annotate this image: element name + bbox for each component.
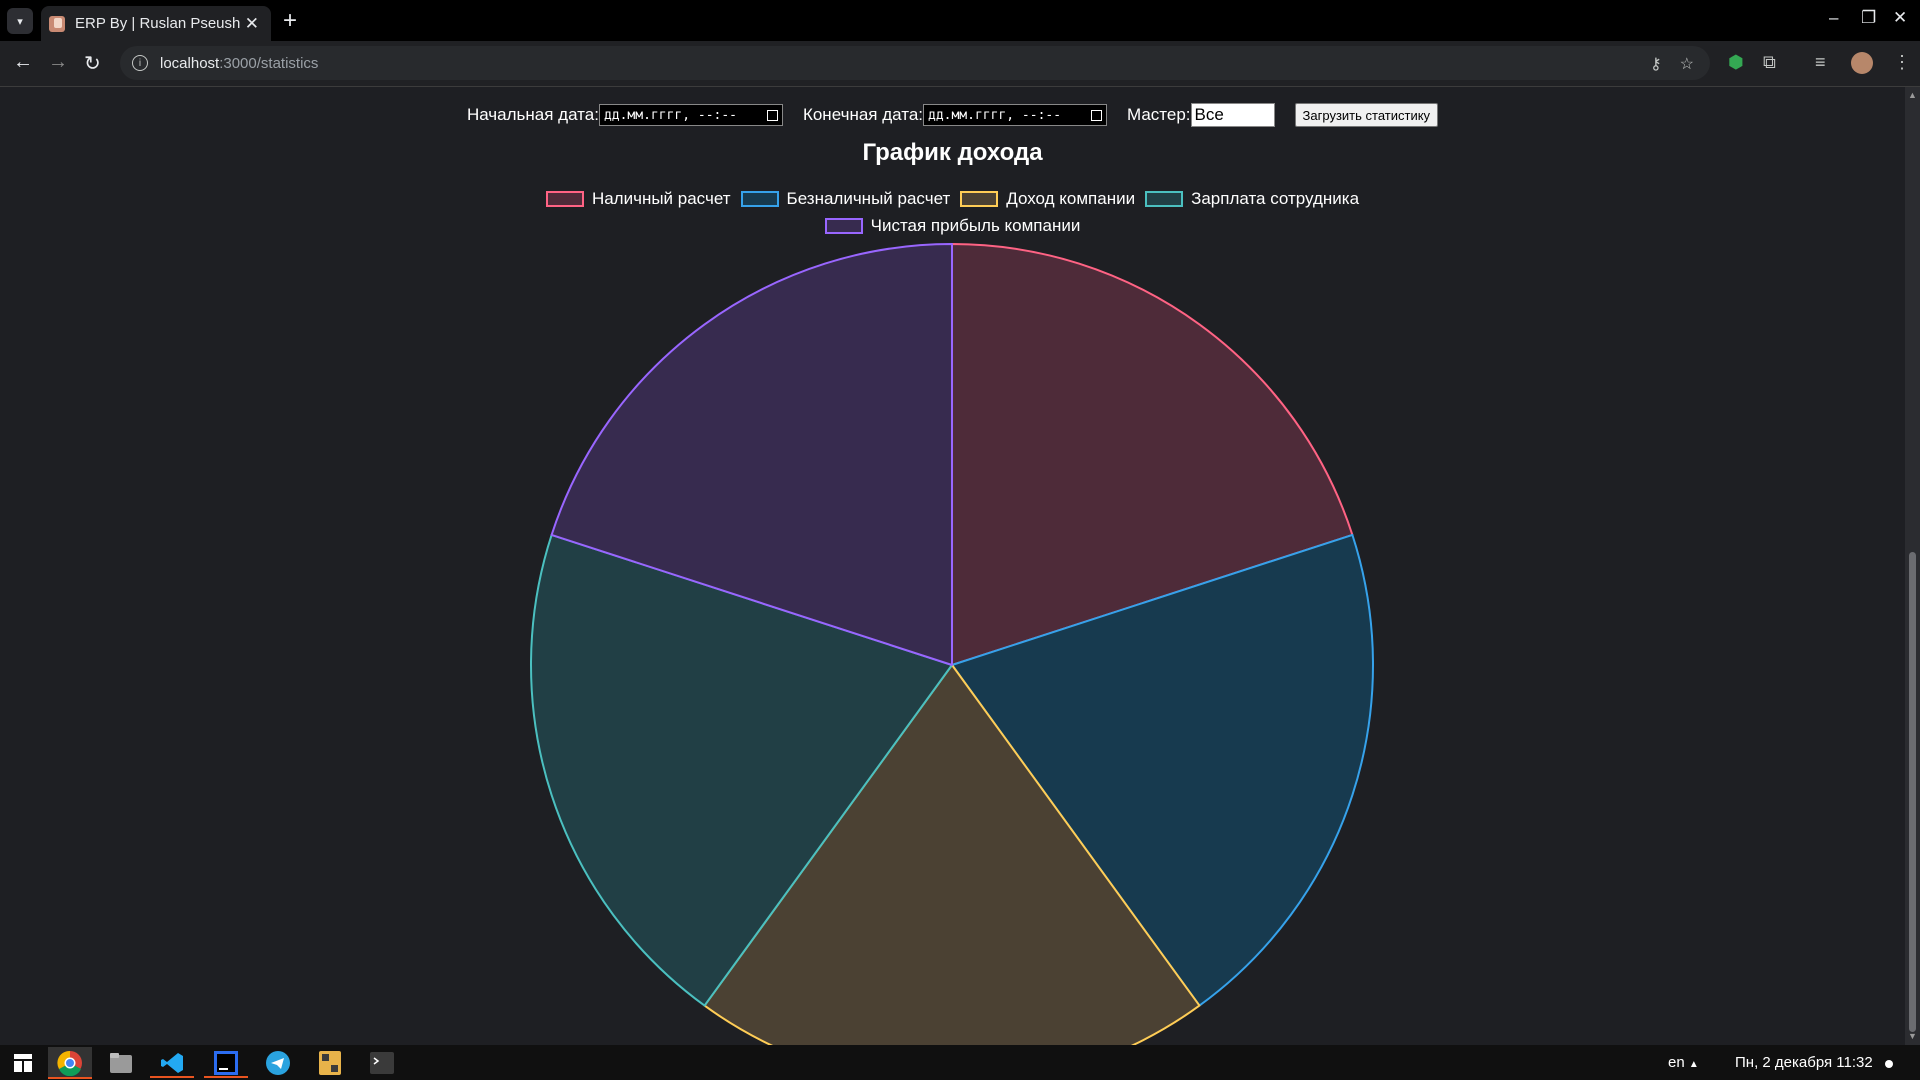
close-window-icon[interactable]: ✕ bbox=[1893, 8, 1907, 28]
files-app-icon[interactable] bbox=[106, 1048, 136, 1078]
profile-avatar[interactable] bbox=[1851, 52, 1873, 74]
chrome-app-icon[interactable] bbox=[48, 1047, 92, 1079]
close-icon[interactable]: ✕ bbox=[245, 14, 259, 34]
extension-icon[interactable]: ⬢ bbox=[1728, 52, 1744, 73]
new-tab-icon[interactable]: + bbox=[283, 7, 297, 35]
page-viewport: Начальная дата: дд.мм.гггг, --:-- Конечн… bbox=[0, 87, 1905, 1045]
calculator-app-icon[interactable] bbox=[315, 1048, 345, 1078]
start-menu-icon[interactable] bbox=[8, 1048, 38, 1078]
puzzle-icon[interactable]: ⧉ bbox=[1763, 52, 1776, 73]
forward-icon[interactable]: → bbox=[48, 51, 68, 74]
telegram-app-icon[interactable] bbox=[263, 1048, 293, 1078]
reload-icon[interactable]: ↻ bbox=[84, 51, 101, 76]
scrollbar-thumb[interactable] bbox=[1909, 552, 1916, 1032]
scroll-up-icon[interactable]: ▲ bbox=[1908, 90, 1917, 100]
back-icon[interactable]: ← bbox=[13, 51, 33, 74]
scroll-down-icon[interactable]: ▼ bbox=[1908, 1031, 1917, 1041]
intellij-app-icon[interactable] bbox=[204, 1048, 248, 1078]
tab-search-button[interactable]: ▾ bbox=[7, 8, 33, 34]
clock[interactable]: Пн, 2 декабря 11:32 bbox=[1735, 1054, 1873, 1071]
info-icon[interactable]: i bbox=[132, 55, 148, 71]
browser-toolbar: ← → ↻ i localhost:3000/statistics ⚷ ☆ ⬢ … bbox=[0, 41, 1920, 87]
restore-icon[interactable]: ❐ bbox=[1861, 8, 1876, 28]
browser-tab-bar: ▾ ERP By | Ruslan Pseush ✕ + – ❐ ✕ bbox=[0, 0, 1920, 41]
url-path: :3000/statistics bbox=[219, 54, 319, 72]
favicon-icon bbox=[49, 15, 65, 32]
os-taskbar: en ▲ Пн, 2 декабря 11:32 bbox=[0, 1045, 1920, 1080]
vscode-app-icon[interactable] bbox=[150, 1048, 194, 1078]
tab-title: ERP By | Ruslan Pseush bbox=[75, 15, 241, 32]
notification-dot-icon[interactable] bbox=[1885, 1060, 1893, 1068]
keyboard-layout-label: en bbox=[1668, 1054, 1685, 1071]
chevron-down-icon: ▾ bbox=[17, 15, 23, 28]
minimize-icon[interactable]: – bbox=[1829, 8, 1838, 28]
media-icon[interactable]: ≡ bbox=[1815, 52, 1826, 73]
caret-up-icon: ▲ bbox=[1688, 1059, 1699, 1070]
url-host: localhost bbox=[160, 54, 220, 72]
browser-tab[interactable]: ERP By | Ruslan Pseush ✕ bbox=[41, 6, 271, 41]
terminal-app-icon[interactable] bbox=[367, 1048, 397, 1078]
address-bar[interactable]: i localhost:3000/statistics ⚷ ☆ bbox=[120, 46, 1710, 80]
page-scrollbar[interactable]: ▲ ▼ bbox=[1905, 87, 1920, 1045]
star-icon[interactable]: ☆ bbox=[1680, 54, 1694, 74]
key-icon[interactable]: ⚷ bbox=[1650, 54, 1662, 74]
keyboard-layout[interactable]: en ▲ bbox=[1668, 1054, 1699, 1071]
pie-chart bbox=[530, 243, 1374, 1045]
kebab-menu-icon[interactable]: ⋮ bbox=[1893, 52, 1911, 73]
